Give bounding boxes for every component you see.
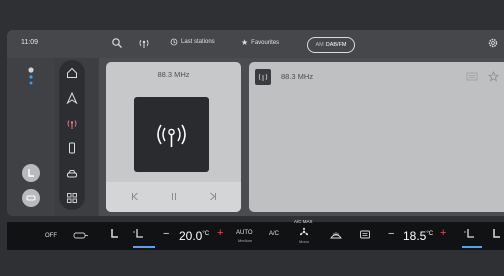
home-icon[interactable] — [66, 67, 78, 79]
clock: 11:09 — [21, 39, 38, 46]
infotainment-screen: 11:09 Last stations ★ Favourites AM DAB/… — [7, 30, 504, 216]
station-artwork — [134, 97, 209, 172]
auto-mode-level: Medium — [238, 238, 253, 243]
car-icon — [26, 195, 36, 201]
passenger-seat-heat-icon[interactable] — [490, 227, 502, 241]
list-icon[interactable] — [466, 72, 478, 81]
pause-icon[interactable] — [170, 192, 178, 201]
driver-temp-unit: °C — [202, 231, 210, 237]
history-icon — [170, 38, 178, 46]
previous-icon[interactable] — [131, 192, 139, 201]
station-list-frequency[interactable]: 88.3 MHz — [281, 72, 313, 81]
front-defrost-icon[interactable] — [330, 229, 342, 241]
next-icon[interactable] — [209, 192, 217, 201]
search-icon[interactable] — [111, 37, 123, 49]
radio-small-icon — [258, 73, 268, 81]
vehicle-icon[interactable] — [66, 168, 78, 180]
climate-bar: OFF − 20.0°C + AUTO Medium A/C A/C MAX M… — [7, 219, 504, 250]
favourites-button[interactable]: ★ Favourites — [241, 38, 279, 47]
navigation-icon[interactable] — [66, 92, 78, 104]
apps-grid-icon[interactable] — [66, 192, 78, 204]
seat-icon — [28, 169, 34, 177]
ac-max-label[interactable]: A/C MAX — [294, 219, 313, 224]
passenger-temp-value: 18.5 — [403, 229, 427, 243]
ac-button[interactable]: A/C — [269, 231, 279, 237]
last-stations-button[interactable]: Last stations — [170, 38, 215, 46]
am-prefix: AM — [315, 42, 324, 48]
passenger-seat-ventilation-icon[interactable] — [463, 227, 477, 241]
mono-label: Mono — [299, 239, 310, 244]
station-thumbnail — [255, 69, 271, 85]
car-profile-button[interactable] — [22, 189, 40, 207]
radio-nav-icon[interactable] — [66, 118, 78, 130]
seat-ventilation-icon[interactable] — [132, 227, 146, 241]
passenger-temp-unit: °C — [426, 231, 434, 237]
radio-antenna-icon[interactable] — [138, 37, 150, 49]
dab-fm-toggle[interactable]: AM DAB/FM — [307, 37, 355, 53]
current-frequency: 88.3 MHz — [157, 70, 190, 79]
ventilation-level-indicator — [133, 246, 155, 248]
user-profile-icon[interactable] — [26, 66, 36, 88]
seat-heat-button[interactable] — [22, 164, 40, 182]
phone-icon[interactable] — [66, 142, 78, 154]
passenger-ventilation-level-indicator — [462, 246, 482, 248]
top-bar: 11:09 Last stations ★ Favourites AM DAB/… — [7, 30, 504, 58]
now-playing-card: 88.3 MHz — [106, 62, 241, 212]
last-stations-label: Last stations — [181, 39, 215, 45]
radio-broadcast-icon — [157, 124, 186, 147]
station-list-card: 88.3 MHz — [249, 62, 504, 212]
driver-temp-decrease[interactable]: − — [163, 228, 169, 240]
auto-button[interactable]: AUTO — [236, 230, 253, 236]
driver-temp-increase[interactable]: + — [217, 227, 223, 239]
playback-controls — [106, 182, 241, 212]
left-panel — [7, 58, 55, 216]
favourite-star-icon[interactable] — [488, 71, 499, 82]
favourites-label: Favourites — [251, 39, 280, 46]
fan-icon[interactable] — [298, 227, 310, 237]
star-icon: ★ — [241, 38, 249, 47]
passenger-temp-decrease[interactable]: − — [388, 228, 394, 240]
rear-defrost-icon[interactable] — [359, 229, 371, 241]
nav-strip — [59, 60, 85, 210]
climate-off-button[interactable]: OFF — [45, 233, 57, 239]
dab-fm-label: DAB/FM — [325, 42, 347, 48]
recirculation-icon[interactable] — [73, 231, 89, 240]
passenger-temp-increase[interactable]: + — [440, 227, 446, 239]
driver-temperature: 20.0°C — [179, 229, 209, 243]
gear-icon[interactable] — [487, 37, 499, 49]
driver-temp-value: 20.0 — [179, 229, 203, 243]
passenger-temperature: 18.5°C — [403, 229, 433, 243]
seat-heat-icon[interactable] — [108, 227, 120, 241]
